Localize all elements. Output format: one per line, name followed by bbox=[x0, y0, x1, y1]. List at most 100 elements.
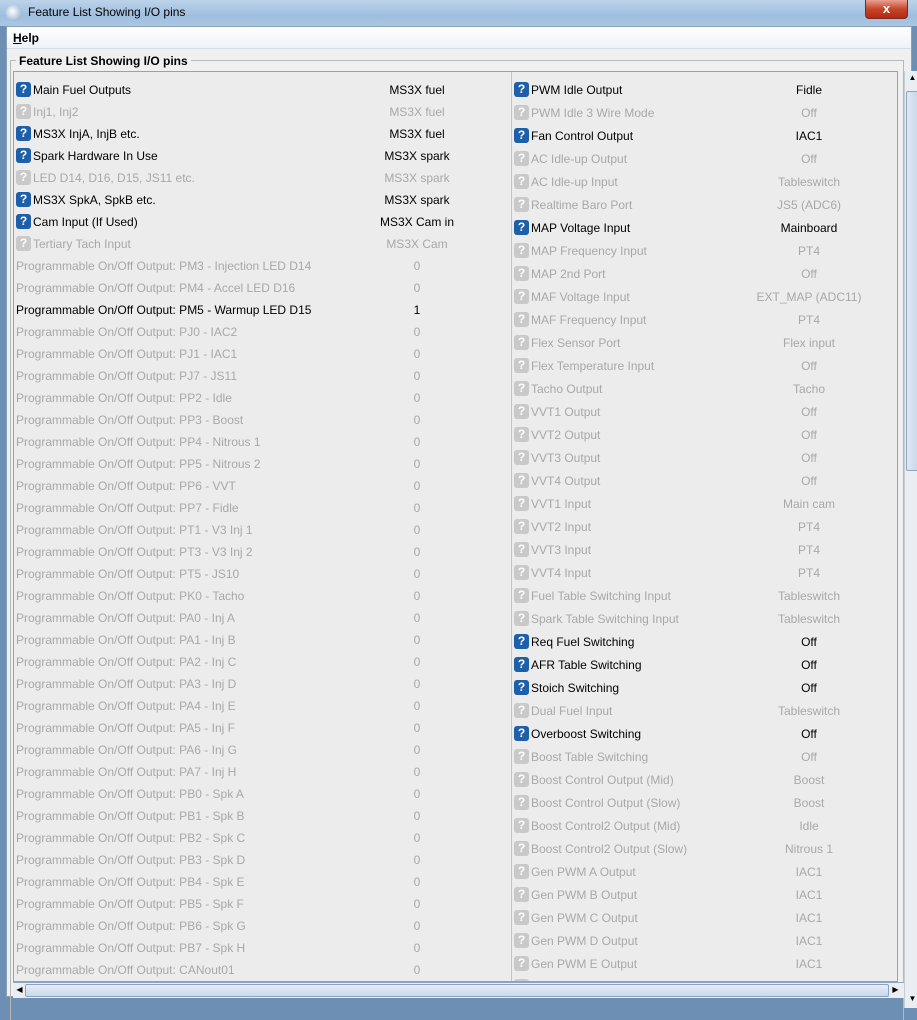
help-icon[interactable]: ? bbox=[16, 104, 31, 119]
feature-row[interactable]: Programmable On/Off Output: PB7 - Spk H 0 bbox=[14, 938, 509, 958]
vertical-scrollbar[interactable]: ▲ ▼ bbox=[904, 71, 917, 1008]
feature-row[interactable]: Programmable On/Off Output: PM5 - Warmup… bbox=[14, 300, 509, 320]
help-icon[interactable]: ? bbox=[514, 588, 529, 603]
feature-row[interactable]: Programmable On/Off Output: PB5 - Spk F 0 bbox=[14, 894, 509, 914]
feature-row[interactable]: Programmable On/Off Output: PJ7 - JS11 0 bbox=[14, 366, 509, 386]
feature-row[interactable]: Programmable On/Off Output: PP3 - Boost 0 bbox=[14, 410, 509, 430]
close-button[interactable]: x bbox=[865, 0, 908, 19]
help-icon[interactable]: ? bbox=[514, 772, 529, 787]
help-icon[interactable]: ? bbox=[16, 82, 31, 97]
help-icon[interactable]: ? bbox=[16, 236, 31, 251]
help-icon[interactable]: ? bbox=[16, 148, 31, 163]
scroll-down-icon[interactable]: ▼ bbox=[906, 992, 917, 1006]
feature-row[interactable]: Programmable On/Off Output: PA6 - Inj G 0 bbox=[14, 740, 509, 760]
feature-row[interactable]: Programmable On/Off Output: PA7 - Inj H 0 bbox=[14, 762, 509, 782]
feature-row[interactable]: ? MAF Frequency Input PT4 bbox=[512, 310, 897, 330]
feature-row[interactable]: ? Spark Table Switching Input Tableswitch bbox=[512, 609, 897, 629]
feature-row[interactable]: ? Realtime Baro Port JS5 (ADC6) bbox=[512, 195, 897, 215]
help-icon[interactable]: ? bbox=[514, 611, 529, 626]
feature-row[interactable]: ? Gen PWM D Output IAC1 bbox=[512, 931, 897, 951]
help-icon[interactable]: ? bbox=[514, 266, 529, 281]
feature-row[interactable]: ? Cam Input (If Used) MS3X Cam in bbox=[14, 212, 509, 232]
help-icon[interactable]: ? bbox=[514, 82, 529, 97]
help-icon[interactable]: ? bbox=[16, 170, 31, 185]
feature-row[interactable]: ? AC Idle-up Output Off bbox=[512, 149, 897, 169]
feature-row[interactable]: ? MS3X SpkA, SpkB etc. MS3X spark bbox=[14, 190, 509, 210]
help-icon[interactable]: ? bbox=[514, 381, 529, 396]
help-icon[interactable]: ? bbox=[514, 726, 529, 741]
feature-row[interactable]: ? Fan Control Output IAC1 bbox=[512, 126, 897, 146]
help-icon[interactable]: ? bbox=[514, 358, 529, 373]
help-icon[interactable]: ? bbox=[514, 427, 529, 442]
help-icon[interactable]: ? bbox=[514, 910, 529, 925]
help-icon[interactable]: ? bbox=[514, 887, 529, 902]
horizontal-scrollbar[interactable]: ◀ ▶ bbox=[13, 982, 904, 998]
feature-row[interactable]: Programmable On/Off Output: PP6 - VVT 0 bbox=[14, 476, 509, 496]
feature-row[interactable]: ? VVT2 Input PT4 bbox=[512, 517, 897, 537]
feature-row[interactable]: ? Tacho Output Tacho bbox=[512, 379, 897, 399]
help-icon[interactable]: ? bbox=[514, 450, 529, 465]
feature-row[interactable]: Programmable On/Off Output: PB0 - Spk A 0 bbox=[14, 784, 509, 804]
horizontal-scroll-thumb[interactable] bbox=[25, 984, 889, 997]
help-icon[interactable]: ? bbox=[514, 841, 529, 856]
feature-row[interactable]: Programmable On/Off Output: PM4 - Accel … bbox=[14, 278, 509, 298]
feature-row[interactable]: ? MS3X InjA, InjB etc. MS3X fuel bbox=[14, 124, 509, 144]
help-icon[interactable]: ? bbox=[514, 404, 529, 419]
feature-row[interactable]: ? VVT3 Input PT4 bbox=[512, 540, 897, 560]
help-icon[interactable]: ? bbox=[514, 496, 529, 511]
help-icon[interactable]: ? bbox=[16, 214, 31, 229]
feature-row[interactable]: ? LED D14, D16, D15, JS11 etc. MS3X spark bbox=[14, 168, 509, 188]
help-icon[interactable]: ? bbox=[514, 680, 529, 695]
feature-row[interactable]: Programmable On/Off Output: PA0 - Inj A 0 bbox=[14, 608, 509, 628]
feature-row[interactable]: Programmable On/Off Output: PA3 - Inj D 0 bbox=[14, 674, 509, 694]
help-icon[interactable]: ? bbox=[514, 933, 529, 948]
feature-row[interactable]: ? Boost Control2 Output (Mid) Idle bbox=[512, 816, 897, 836]
feature-row[interactable]: ? VVT4 Output Off bbox=[512, 471, 897, 491]
feature-row[interactable]: Programmable On/Off Output: PA2 - Inj C 0 bbox=[14, 652, 509, 672]
feature-row[interactable]: ? MAP Voltage Input Mainboard bbox=[512, 218, 897, 238]
help-icon[interactable]: ? bbox=[514, 703, 529, 718]
feature-row[interactable]: ? Boost Control Output (Mid) Boost bbox=[512, 770, 897, 790]
feature-row[interactable]: ? Gen PWM A Output IAC1 bbox=[512, 862, 897, 882]
help-icon[interactable]: ? bbox=[514, 565, 529, 580]
feature-row[interactable]: Programmable On/Off Output: PB4 - Spk E 0 bbox=[14, 872, 509, 892]
feature-row[interactable]: Programmable On/Off Output: PB3 - Spk D 0 bbox=[14, 850, 509, 870]
feature-row[interactable]: ? PWM Idle Output Fidle bbox=[512, 80, 897, 100]
feature-row[interactable]: Programmable On/Off Output: CANout01 0 bbox=[14, 960, 509, 980]
scroll-right-icon[interactable]: ▶ bbox=[889, 983, 902, 997]
feature-row[interactable]: ? VVT2 Output Off bbox=[512, 425, 897, 445]
help-icon[interactable]: ? bbox=[16, 192, 31, 207]
feature-row[interactable]: ? VVT4 Input PT4 bbox=[512, 563, 897, 583]
help-icon[interactable]: ? bbox=[514, 542, 529, 557]
feature-row[interactable]: ? Dual Fuel Input Tableswitch bbox=[512, 701, 897, 721]
feature-row[interactable]: ? Inj1, Inj2 MS3X fuel bbox=[14, 102, 509, 122]
feature-row[interactable]: Programmable On/Off Output: PP4 - Nitrou… bbox=[14, 432, 509, 452]
feature-row[interactable]: Programmable On/Off Output: PT5 - JS10 0 bbox=[14, 564, 509, 584]
feature-row[interactable]: ? Boost Table Switching Off bbox=[512, 747, 897, 767]
feature-row[interactable]: Programmable On/Off Output: PT3 - V3 Inj… bbox=[14, 542, 509, 562]
feature-row[interactable]: ? Gen PWM B Output IAC1 bbox=[512, 885, 897, 905]
feature-row[interactable]: ? Req Fuel Switching Off bbox=[512, 632, 897, 652]
feature-row[interactable]: ? Stoich Switching Off bbox=[512, 678, 897, 698]
feature-row[interactable]: ? VVT1 Output Off bbox=[512, 402, 897, 422]
feature-row[interactable]: Programmable On/Off Output: PA1 - Inj B 0 bbox=[14, 630, 509, 650]
feature-row[interactable]: ? Flex Temperature Input Off bbox=[512, 356, 897, 376]
feature-row[interactable]: Programmable On/Off Output: PJ0 - IAC2 0 bbox=[14, 322, 509, 342]
feature-row[interactable]: Programmable On/Off Output: PM3 - Inject… bbox=[14, 256, 509, 276]
feature-row[interactable]: Programmable On/Off Output: PA5 - Inj F 0 bbox=[14, 718, 509, 738]
help-icon[interactable]: ? bbox=[514, 519, 529, 534]
help-icon[interactable]: ? bbox=[514, 197, 529, 212]
feature-row[interactable]: ? AC Idle-up Input Tableswitch bbox=[512, 172, 897, 192]
feature-row[interactable]: ? AFR Table Switching Off bbox=[512, 655, 897, 675]
help-icon[interactable]: ? bbox=[514, 289, 529, 304]
feature-row[interactable]: ? Tertiary Tach Input MS3X Cam bbox=[14, 234, 509, 254]
feature-row[interactable]: Programmable On/Off Output: PJ1 - IAC1 0 bbox=[14, 344, 509, 364]
feature-row[interactable]: Programmable On/Off Output: PB6 - Spk G 0 bbox=[14, 916, 509, 936]
scroll-up-icon[interactable]: ▲ bbox=[906, 71, 917, 85]
feature-row[interactable]: Programmable On/Off Output: PP5 - Nitrou… bbox=[14, 454, 509, 474]
help-icon[interactable]: ? bbox=[514, 312, 529, 327]
feature-row[interactable]: ? Gen PWM E Output IAC1 bbox=[512, 954, 897, 974]
help-icon[interactable]: ? bbox=[514, 864, 529, 879]
feature-row[interactable]: ? MAF Voltage Input EXT_MAP (ADC11) bbox=[512, 287, 897, 307]
feature-row[interactable]: Programmable On/Off Output: PB2 - Spk C 0 bbox=[14, 828, 509, 848]
